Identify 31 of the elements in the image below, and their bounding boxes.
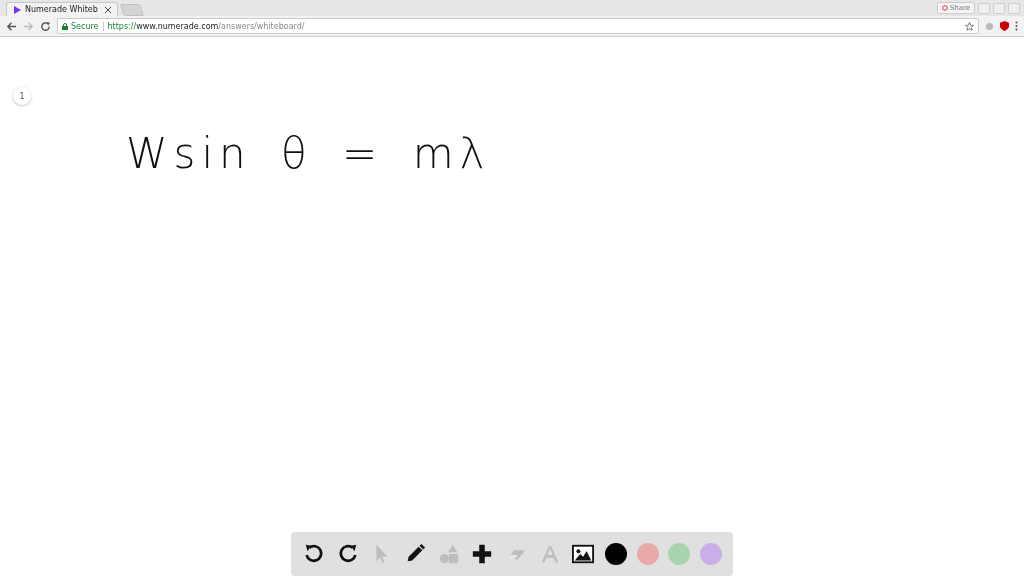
reload-icon[interactable]: [40, 20, 51, 32]
color-swatch[interactable]: [700, 543, 723, 565]
forward-icon[interactable]: [23, 20, 34, 32]
page-number[interactable]: 1: [13, 87, 31, 105]
lock-icon: [62, 22, 68, 30]
star-icon[interactable]: [965, 21, 974, 31]
color-swatch[interactable]: [605, 543, 628, 565]
add-icon: [471, 543, 494, 565]
shield-icon[interactable]: [1000, 21, 1009, 31]
browser-tab[interactable]: Numerade Whiteb: [6, 2, 118, 16]
share-icon: [941, 5, 948, 11]
handwritten-equation: Wsin θ = mλ: [126, 129, 491, 178]
secure-label: Secure: [71, 21, 99, 31]
color-swatch[interactable]: [668, 543, 691, 565]
image-icon: [572, 543, 595, 565]
image-tool-button[interactable]: [571, 542, 596, 566]
new-tab-button[interactable]: [119, 4, 145, 16]
menu-icon[interactable]: [1015, 21, 1018, 31]
play-logo-icon: [13, 5, 21, 14]
minimize-button[interactable]: [978, 2, 990, 14]
url-text: https://www.numerade.com/answers/whiteboard/: [107, 21, 305, 31]
back-icon[interactable]: [6, 20, 17, 32]
address-bar[interactable]: Secure https://www.numerade.com/answers/whiteboard/: [57, 18, 979, 34]
extension-icon[interactable]: [985, 21, 994, 31]
undo-icon: [302, 543, 325, 565]
close-window-button[interactable]: [1008, 2, 1020, 14]
maximize-button[interactable]: [993, 2, 1005, 14]
color-swatch[interactable]: [636, 543, 659, 565]
shapes-icon: [437, 543, 460, 565]
redo-icon: [336, 543, 359, 565]
close-icon[interactable]: [105, 6, 111, 13]
